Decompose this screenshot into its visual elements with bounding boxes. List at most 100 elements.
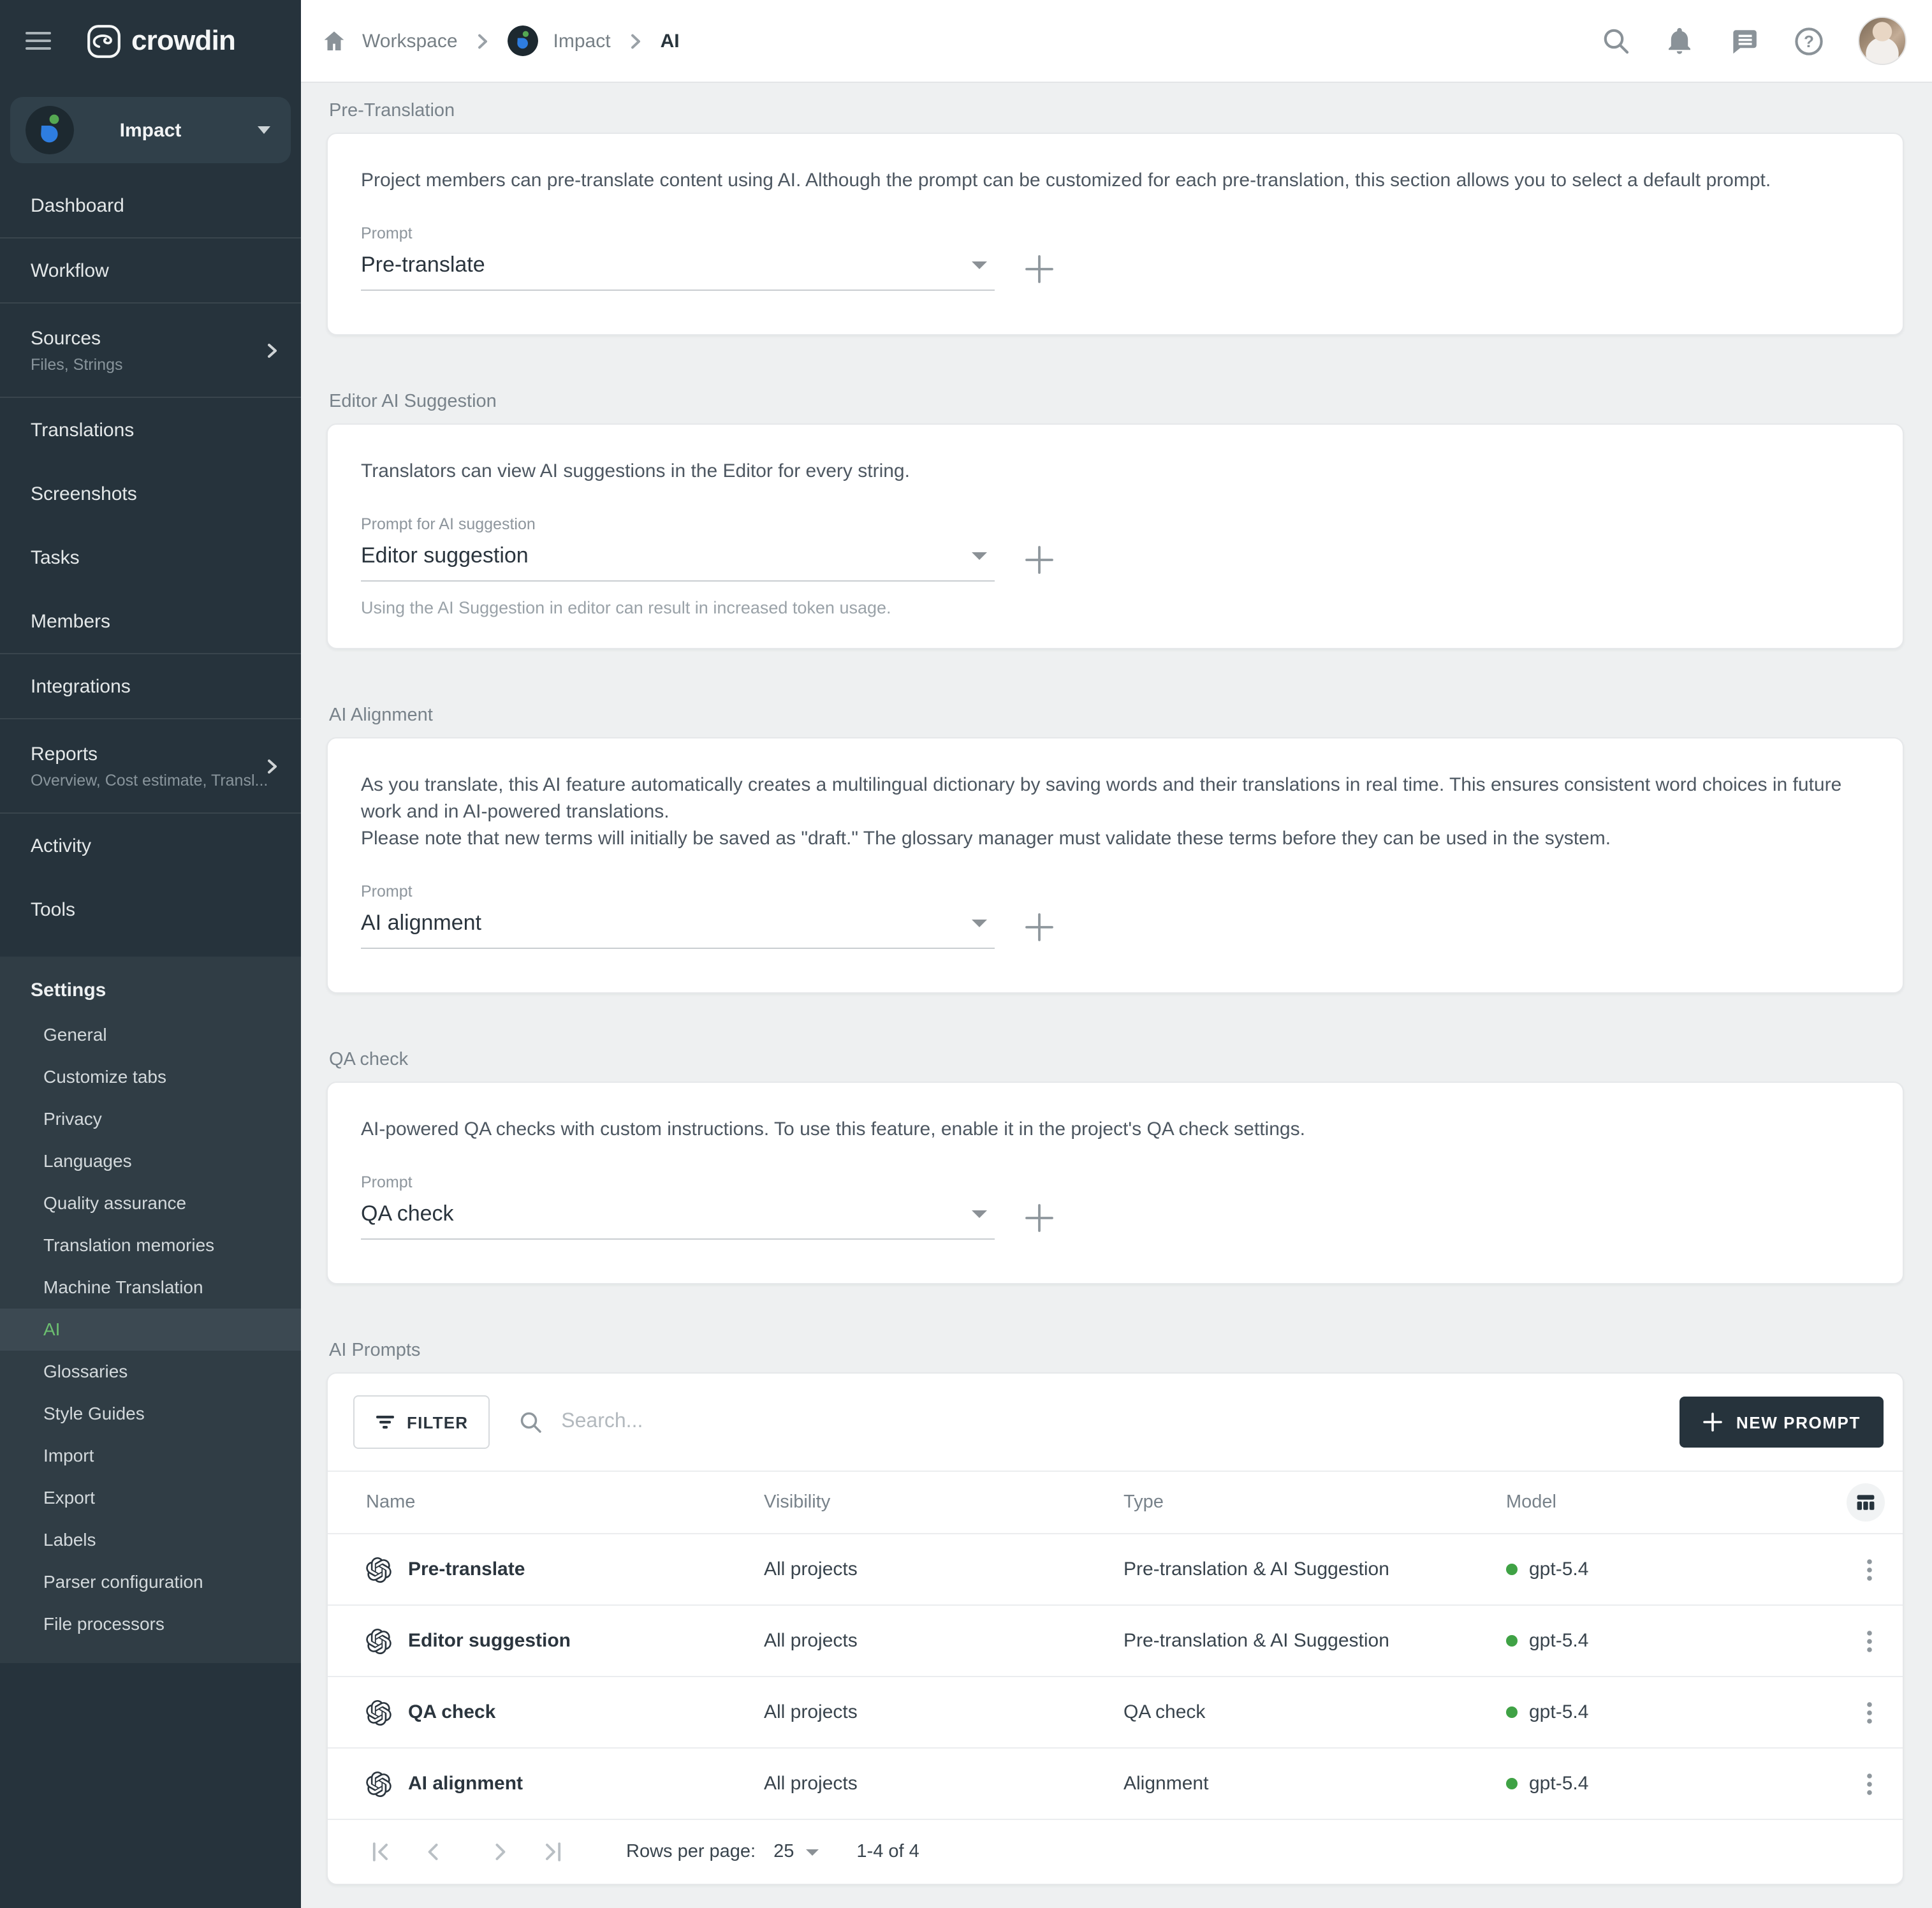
sidebar-item-translation-memories[interactable]: Translation memories bbox=[0, 1224, 301, 1266]
new-prompt-button[interactable]: NEW PROMPT bbox=[1680, 1397, 1884, 1448]
sidebar-item-reports[interactable]: Reports Overview, Cost estimate, Transl.… bbox=[0, 719, 301, 812]
row-menu-icon[interactable] bbox=[1854, 1697, 1885, 1728]
sidebar-item-sources-sub: Files, Strings bbox=[31, 355, 273, 373]
prompt-field-label: Prompt bbox=[361, 1173, 1870, 1191]
sidebar-item-languages[interactable]: Languages bbox=[0, 1140, 301, 1182]
chevron-right-icon bbox=[263, 757, 281, 775]
sidebar-item-customize-tabs[interactable]: Customize tabs bbox=[0, 1056, 301, 1098]
breadcrumb-workspace[interactable]: Workspace bbox=[362, 30, 458, 52]
next-page-icon[interactable] bbox=[486, 1838, 514, 1866]
row-menu-icon[interactable] bbox=[1854, 1625, 1885, 1656]
sidebar-item-reports-sub: Overview, Cost estimate, Transl... bbox=[31, 771, 273, 789]
add-prompt-icon[interactable] bbox=[1023, 253, 1056, 286]
column-header-model: Model bbox=[1506, 1492, 1841, 1513]
sidebar-settings-title: Settings bbox=[0, 969, 301, 1014]
sidebar-item-labels[interactable]: Labels bbox=[0, 1519, 301, 1561]
sidebar-item-ai[interactable]: AI bbox=[0, 1309, 301, 1351]
rows-per-page-select[interactable]: 25 bbox=[773, 1842, 794, 1862]
pre-translation-prompt-select[interactable]: Pre-translate bbox=[361, 242, 995, 291]
add-prompt-icon[interactable] bbox=[1023, 1201, 1056, 1235]
crowdin-logo-icon bbox=[87, 24, 121, 58]
notifications-bell-icon[interactable] bbox=[1664, 26, 1695, 56]
last-page-icon[interactable] bbox=[539, 1838, 567, 1866]
section-title-qa-check: QA check bbox=[329, 1050, 1904, 1070]
sidebar-item-general[interactable]: General bbox=[0, 1014, 301, 1056]
sidebar-item-parser-configuration[interactable]: Parser configuration bbox=[0, 1561, 301, 1603]
prompt-model: gpt-5.4 bbox=[1529, 1630, 1588, 1652]
topbar: Workspace Impact AI bbox=[301, 0, 1932, 83]
sidebar-item-machine-translation[interactable]: Machine Translation bbox=[0, 1266, 301, 1309]
openai-icon bbox=[366, 1699, 392, 1725]
messages-icon[interactable] bbox=[1728, 25, 1760, 57]
sidebar-item-quality-assurance[interactable]: Quality assurance bbox=[0, 1182, 301, 1224]
pre-translation-description: Project members can pre-translate conten… bbox=[361, 167, 1870, 194]
table-row[interactable]: QA check All projects QA check gpt-5.4 bbox=[328, 1676, 1903, 1747]
sidebar-item-tasks[interactable]: Tasks bbox=[0, 525, 301, 589]
sidebar-item-sources[interactable]: Sources Files, Strings bbox=[0, 304, 301, 397]
chevron-down-icon bbox=[972, 261, 987, 269]
openai-icon bbox=[366, 1771, 392, 1796]
column-settings-button[interactable] bbox=[1847, 1483, 1885, 1522]
home-icon[interactable] bbox=[321, 28, 347, 54]
sidebar-item-dashboard[interactable]: Dashboard bbox=[0, 173, 301, 237]
project-switcher[interactable]: Impact bbox=[10, 97, 291, 163]
user-avatar[interactable] bbox=[1858, 17, 1906, 65]
prompt-name: Editor suggestion bbox=[408, 1630, 571, 1652]
prompt-type: Alignment bbox=[1123, 1773, 1506, 1794]
help-icon[interactable]: ? bbox=[1793, 25, 1825, 57]
sidebar-item-translations[interactable]: Translations bbox=[0, 398, 301, 462]
prompts-toolbar: FILTER NEW PROMPT bbox=[328, 1374, 1903, 1471]
chevron-down-icon bbox=[972, 552, 987, 560]
search-input[interactable] bbox=[559, 1409, 1680, 1435]
model-status-dot bbox=[1506, 1635, 1518, 1647]
row-menu-icon[interactable] bbox=[1854, 1768, 1885, 1799]
sidebar-item-style-guides[interactable]: Style Guides bbox=[0, 1393, 301, 1435]
sidebar-item-glossaries[interactable]: Glossaries bbox=[0, 1351, 301, 1393]
project-name: Impact bbox=[10, 119, 291, 141]
sidebar-item-activity[interactable]: Activity bbox=[0, 814, 301, 877]
qa-check-prompt-select[interactable]: QA check bbox=[361, 1191, 995, 1240]
table-pagination: Rows per page: 25 1-4 of 4 bbox=[328, 1819, 1903, 1884]
row-menu-icon[interactable] bbox=[1854, 1554, 1885, 1585]
prompt-visibility: All projects bbox=[764, 1630, 1123, 1652]
filter-button[interactable]: FILTER bbox=[353, 1395, 490, 1449]
add-prompt-icon[interactable] bbox=[1023, 543, 1056, 576]
sidebar-settings-section: Settings General Customize tabs Privacy … bbox=[0, 957, 301, 1663]
table-row[interactable]: AI alignment All projects Alignment gpt-… bbox=[328, 1747, 1903, 1819]
openai-icon bbox=[366, 1628, 392, 1654]
crowdin-settings-ai-page: crowdin Impact Dashboard Workflow Source… bbox=[0, 0, 1932, 1908]
editor-suggestion-prompt-select[interactable]: Editor suggestion bbox=[361, 533, 995, 582]
sidebar-item-members[interactable]: Members bbox=[0, 589, 301, 653]
ai-alignment-prompt-select[interactable]: AI alignment bbox=[361, 900, 995, 949]
sidebar-item-privacy[interactable]: Privacy bbox=[0, 1098, 301, 1140]
prompt-name: Pre-translate bbox=[408, 1559, 525, 1580]
sidebar-item-integrations[interactable]: Integrations bbox=[0, 654, 301, 718]
first-page-icon[interactable] bbox=[366, 1838, 394, 1866]
ai-alignment-description-2: Please note that new terms will initiall… bbox=[361, 825, 1870, 852]
table-row[interactable]: Editor suggestion All projects Pre-trans… bbox=[328, 1604, 1903, 1676]
prompt-name: AI alignment bbox=[408, 1773, 523, 1794]
sidebar-item-file-processors[interactable]: File processors bbox=[0, 1603, 301, 1645]
add-prompt-icon[interactable] bbox=[1023, 911, 1056, 944]
table-row[interactable]: Pre-translate All projects Pre-translati… bbox=[328, 1533, 1903, 1604]
previous-page-icon[interactable] bbox=[420, 1838, 448, 1866]
breadcrumb-project[interactable]: Impact bbox=[553, 30, 611, 52]
card-editor-ai-suggestion: Translators can view AI suggestions in t… bbox=[326, 423, 1904, 649]
filter-icon bbox=[375, 1412, 395, 1432]
sidebar-item-tools[interactable]: Tools bbox=[0, 877, 301, 941]
crowdin-logo[interactable]: crowdin bbox=[87, 24, 235, 58]
sidebar-item-screenshots[interactable]: Screenshots bbox=[0, 462, 301, 525]
prompt-type: QA check bbox=[1123, 1701, 1506, 1723]
hamburger-menu-icon[interactable] bbox=[0, 27, 77, 55]
card-pre-translation: Project members can pre-translate conten… bbox=[326, 133, 1904, 335]
sidebar-item-export[interactable]: Export bbox=[0, 1477, 301, 1519]
search-icon[interactable] bbox=[1600, 26, 1631, 56]
card-ai-prompts: FILTER NEW PROMPT Name bbox=[326, 1372, 1904, 1885]
prompt-model: gpt-5.4 bbox=[1529, 1559, 1588, 1580]
prompt-field-label: Prompt for AI suggestion bbox=[361, 515, 1870, 533]
topbar-actions: ? bbox=[1600, 17, 1906, 65]
sidebar-item-import[interactable]: Import bbox=[0, 1435, 301, 1477]
chevron-down-icon[interactable] bbox=[805, 1849, 818, 1855]
sidebar-item-workflow[interactable]: Workflow bbox=[0, 238, 301, 302]
model-status-dot bbox=[1506, 1706, 1518, 1718]
